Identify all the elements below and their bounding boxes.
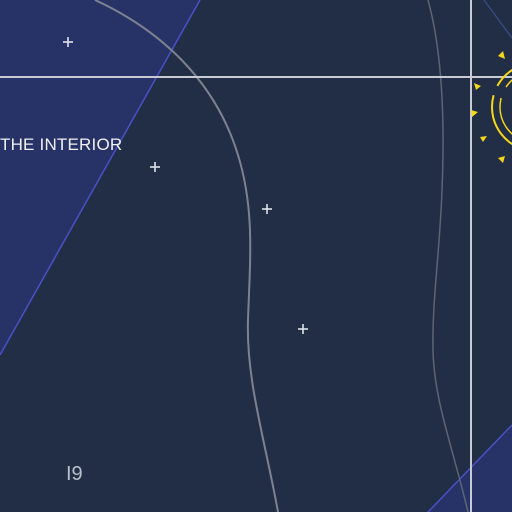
sun-beacon-icon[interactable]: [471, 51, 512, 163]
plus-marker-icon[interactable]: [262, 204, 272, 214]
map-viewport[interactable]: THE INTERIOR I9: [0, 0, 512, 512]
map-canvas: [0, 0, 512, 512]
grid-code-label: I9: [66, 463, 83, 485]
plus-marker-icon[interactable]: [298, 324, 308, 334]
region-label: THE INTERIOR: [0, 135, 123, 154]
zone-ray-northeast: [483, 0, 512, 39]
plus-marker-icon[interactable]: [150, 162, 160, 172]
